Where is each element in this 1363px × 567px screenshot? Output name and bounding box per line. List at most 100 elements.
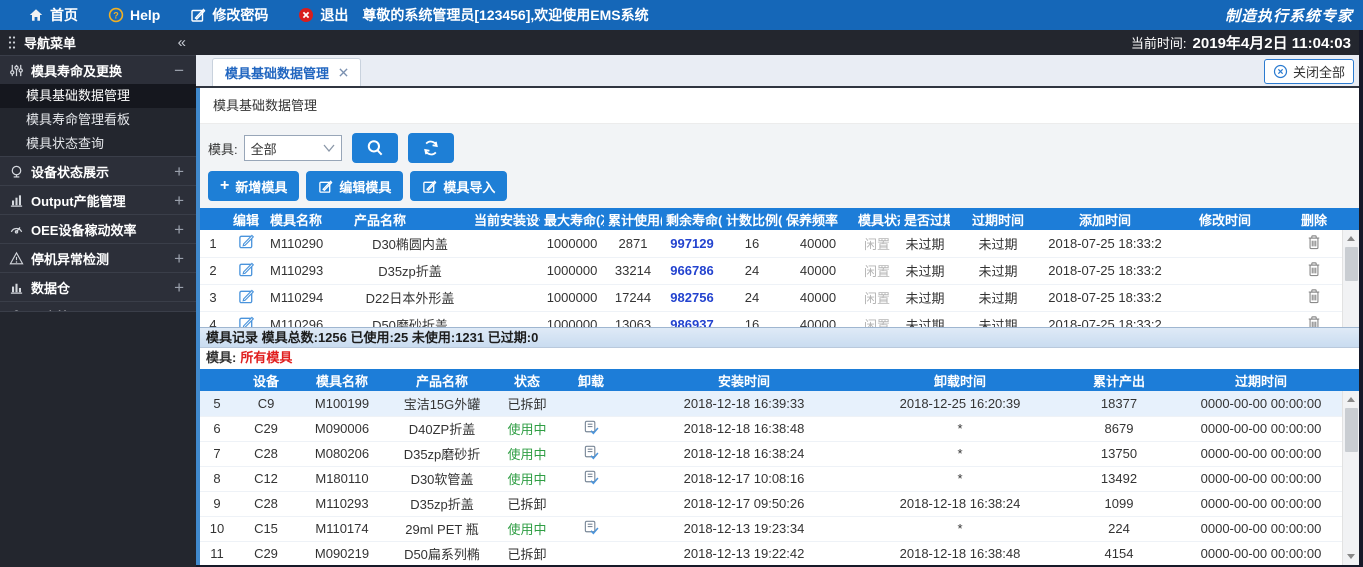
sidebar-group-模具寿命及更换[interactable]: 模具寿命及更换− <box>0 55 196 84</box>
total-output: 13492 <box>1058 466 1180 491</box>
scroll-thumb[interactable] <box>1345 408 1358 452</box>
scroll-up-arrow[interactable] <box>1343 231 1359 246</box>
mold-code: M180110 <box>298 466 386 491</box>
sidebar-group-Output产能管理[interactable]: Output产能管理+ <box>0 185 196 214</box>
scroll-down-arrow[interactable] <box>1343 549 1359 564</box>
mold-select[interactable]: 全部 <box>244 135 342 161</box>
sidebar-submenu: 模具基础数据管理模具寿命管理看板模具状态查询 <box>0 84 196 156</box>
row-index: 5 <box>200 391 234 416</box>
edit-cell <box>226 257 266 284</box>
sidebar-group-OEE设备稼动效率[interactable]: OEE设备稼动效率+ <box>0 214 196 243</box>
unload-icon[interactable] <box>583 444 600 461</box>
row-edit-icon[interactable] <box>238 315 255 328</box>
added-time: 2018-07-25 18:33:2 <box>1046 230 1164 257</box>
row-index: 10 <box>200 516 234 541</box>
expand-group-icon[interactable]: + <box>174 192 184 209</box>
column-header: 过期时间 <box>1180 369 1342 391</box>
expand-group-icon[interactable]: + <box>174 279 184 296</box>
controls-area: 模具: 全部 + 新增模具 编辑模具 <box>200 124 1359 208</box>
expired-flag: 未过期 <box>900 230 950 257</box>
table2-scrollbar[interactable] <box>1342 391 1359 565</box>
add-mold-button[interactable]: + 新增模具 <box>208 171 299 201</box>
sidebar-subitem-模具寿命管理看板[interactable]: 模具寿命管理看板 <box>0 108 196 132</box>
unload-cell <box>556 541 626 565</box>
mold-code: M090006 <box>298 416 386 441</box>
unload-time: * <box>862 516 1058 541</box>
row-edit-icon[interactable] <box>238 261 255 278</box>
row-edit-icon[interactable] <box>238 233 255 250</box>
unload-icon[interactable] <box>583 419 600 436</box>
sidebar-subitem-模具状态查询[interactable]: 模具状态查询 <box>0 132 196 156</box>
change-password-button[interactable]: 修改密码 <box>190 5 268 25</box>
installed-device <box>470 284 540 311</box>
column-header: 产品名称 <box>350 208 470 230</box>
edit-cell <box>226 284 266 311</box>
column-header: 保养频率 <box>782 208 854 230</box>
sidebar-group-停机异常检测[interactable]: 停机异常检测+ <box>0 243 196 272</box>
scroll-up-arrow[interactable] <box>1343 392 1359 407</box>
sidebar-collapse-icon[interactable]: « <box>178 35 186 50</box>
help-button[interactable]: ? Help <box>108 7 160 23</box>
search-button[interactable] <box>352 133 398 163</box>
install-row: 7C28M080206D35zp磨砂折使用中2018-12-18 16:38:2… <box>200 441 1342 466</box>
install-table-body: 5C9M100199宝洁15G外罐已拆卸2018-12-18 16:39:332… <box>200 391 1359 565</box>
delete-cell <box>1286 284 1342 311</box>
sidebar-group-数据仓[interactable]: 数据仓+ <box>0 272 196 301</box>
unload-icon[interactable] <box>583 519 600 536</box>
sidebar-subitem-模具基础数据管理[interactable]: 模具基础数据管理 <box>0 84 196 108</box>
trash-icon[interactable] <box>1307 288 1321 304</box>
install-time: 2018-12-18 16:39:33 <box>626 391 862 416</box>
column-header: 累计产出 <box>1058 369 1180 391</box>
tab-mold-basic-data[interactable]: 模具基础数据管理 <box>212 58 361 86</box>
trash-icon[interactable] <box>1307 234 1321 250</box>
product-name: D50扁系列椭 <box>386 541 498 565</box>
import-mold-button[interactable]: 模具导入 <box>410 171 507 201</box>
installed-device <box>470 230 540 257</box>
tab-close-icon[interactable] <box>339 68 348 77</box>
expire-time: 0000-00-00 00:00:00 <box>1180 491 1342 516</box>
top-bar: 首页 ? Help 修改密码 退出 尊敬的系统管理员[123456],欢迎使用E… <box>0 0 1363 30</box>
mold-row: 4M110296D50磨砂折盖1000000130639869371640000… <box>200 311 1342 327</box>
close-all-button[interactable]: 关闭全部 <box>1264 59 1354 84</box>
remaining-life: 986937 <box>662 311 722 327</box>
sidebar: 导航菜单 « 模具寿命及更换−模具基础数据管理模具寿命管理看板模具状态查询设备状… <box>0 30 196 567</box>
sidebar-group-label: 设备状态展示 <box>31 162 109 181</box>
filter-row: 模具: 全部 <box>208 132 1359 164</box>
total-output: 4154 <box>1058 541 1180 565</box>
home-label: 首页 <box>50 5 78 25</box>
maintain-freq: 40000 <box>782 284 854 311</box>
row-edit-icon[interactable] <box>238 288 255 305</box>
trash-icon[interactable] <box>1307 261 1321 277</box>
scroll-thumb[interactable] <box>1345 247 1358 281</box>
unload-icon[interactable] <box>583 469 600 486</box>
mold-state: 使用中 <box>498 516 556 541</box>
unload-cell <box>556 491 626 516</box>
column-header: 修改时间 <box>1164 208 1286 230</box>
edit-mold-button[interactable]: 编辑模具 <box>306 171 403 201</box>
pencil-square-icon <box>190 7 206 23</box>
logout-button[interactable]: 退出 <box>298 5 348 25</box>
install-time: 2018-12-13 19:23:34 <box>626 516 862 541</box>
expand-group-icon[interactable]: + <box>174 250 184 267</box>
home-button[interactable]: 首页 <box>28 5 78 25</box>
tab-label: 模具基础数据管理 <box>225 63 329 82</box>
sidebar-group-设备状态展示[interactable]: 设备状态展示 + <box>0 156 196 185</box>
trash-icon[interactable] <box>1307 315 1321 327</box>
collapse-group-icon[interactable]: − <box>174 62 184 79</box>
delete-cell <box>1286 230 1342 257</box>
downtime-icon <box>8 251 24 266</box>
column-header: 剩余寿命(次) <box>662 208 722 230</box>
table1-scrollbar[interactable] <box>1342 230 1359 327</box>
column-header: 编辑 <box>226 208 266 230</box>
mold-code: M100199 <box>298 391 386 416</box>
expired-flag: 未过期 <box>900 311 950 327</box>
expand-group-icon[interactable]: + <box>174 221 184 238</box>
expand-group-icon[interactable]: + <box>174 163 184 180</box>
expire-time: 0000-00-00 00:00:00 <box>1180 541 1342 565</box>
refresh-button[interactable] <box>408 133 454 163</box>
expired-flag: 未过期 <box>900 257 950 284</box>
sidebar-group-用户管理[interactable]: 用户管理+ <box>0 301 196 311</box>
mold-row: 3M110294D22日本外形盖100000017244982756244000… <box>200 284 1342 311</box>
column-header: 模具状态 <box>854 208 900 230</box>
expire-time: 未过期 <box>950 311 1046 327</box>
